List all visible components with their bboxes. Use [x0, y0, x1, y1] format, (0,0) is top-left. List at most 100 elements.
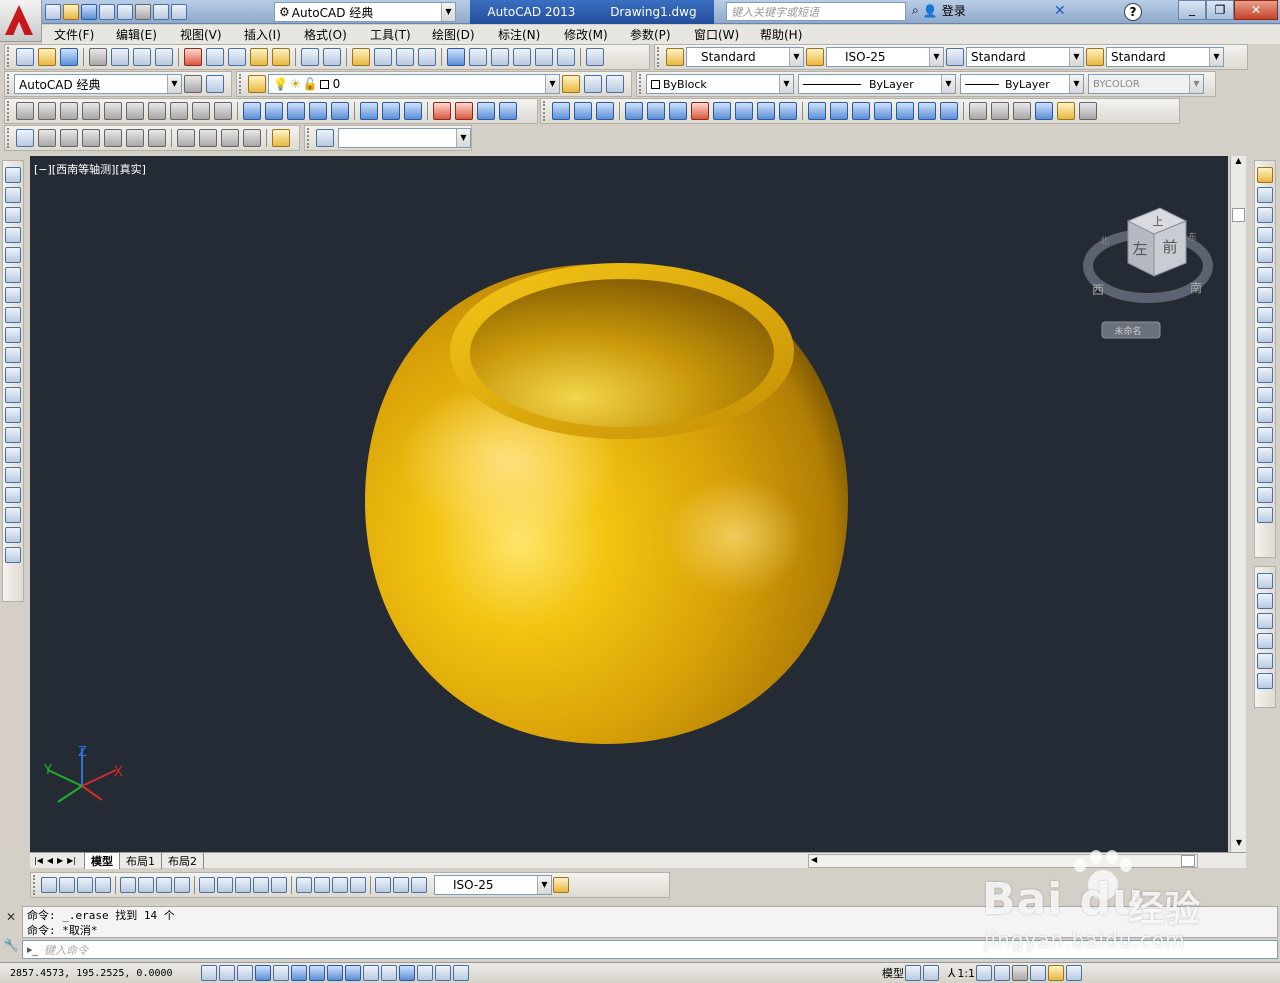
tolerance-icon[interactable] — [296, 877, 312, 893]
taper-faces-icon[interactable] — [735, 102, 753, 120]
menu-file[interactable]: 文件(F) — [54, 26, 116, 43]
paste-icon[interactable] — [228, 48, 246, 66]
union-edit-icon[interactable] — [552, 102, 570, 120]
cut-icon[interactable] — [184, 48, 202, 66]
rectangle-icon[interactable] — [5, 247, 21, 263]
tool-palettes-icon[interactable] — [491, 48, 509, 66]
3d-move-icon[interactable] — [433, 102, 451, 120]
dims-front-icon[interactable] — [1257, 673, 1273, 689]
menu-format[interactable]: 格式(O) — [304, 26, 370, 43]
view-select[interactable]: ▼ — [337, 128, 471, 148]
sweep-icon[interactable] — [287, 102, 305, 120]
array-icon[interactable] — [1257, 247, 1273, 263]
tab-layout2[interactable]: 布局2 — [162, 852, 205, 869]
hatch-icon[interactable] — [5, 447, 21, 463]
tab-nav-prev[interactable]: ◀ — [47, 856, 53, 865]
bring-above-icon[interactable] — [1257, 613, 1273, 629]
toolbar-grip[interactable] — [543, 101, 547, 121]
grid-icon[interactable] — [237, 965, 253, 981]
transparency-icon[interactable] — [399, 965, 415, 981]
open-icon[interactable] — [63, 4, 79, 20]
model-space-label[interactable]: 模型 — [882, 965, 904, 981]
quick-view-drawings-icon[interactable] — [923, 965, 939, 981]
isolate-objects-icon[interactable] — [1048, 965, 1065, 981]
exchange-icon[interactable]: ✕ — [1054, 3, 1066, 19]
block-editor-icon[interactable] — [272, 48, 290, 66]
zoom-window-icon[interactable] — [396, 48, 414, 66]
new-icon[interactable] — [45, 4, 61, 20]
quickcalc-icon[interactable] — [557, 48, 575, 66]
coordinates-readout[interactable]: 2857.4573, 195.2525, 0.0000 — [0, 968, 200, 979]
arc-icon[interactable] — [5, 267, 21, 283]
right-view-icon[interactable] — [104, 129, 122, 147]
pyramid-icon[interactable] — [170, 102, 188, 120]
mtext-icon[interactable] — [5, 527, 21, 543]
snap-icon[interactable] — [219, 965, 235, 981]
nw-iso-icon[interactable] — [243, 129, 261, 147]
menu-edit[interactable]: 编辑(E) — [116, 26, 180, 43]
save-icon[interactable] — [60, 48, 78, 66]
pan-icon[interactable] — [352, 48, 370, 66]
dim-edit-icon[interactable] — [375, 877, 391, 893]
lights-icon[interactable] — [1035, 102, 1053, 120]
annotation-scale-value[interactable]: 1:1 — [957, 967, 975, 980]
gradient-icon[interactable] — [5, 467, 21, 483]
polysolid-icon[interactable] — [16, 102, 34, 120]
workspace-switch-icon[interactable] — [1012, 965, 1029, 981]
make-current-icon[interactable] — [562, 75, 580, 93]
tab-nav-last[interactable]: ▶| — [67, 856, 76, 865]
zoom-previous-icon[interactable] — [418, 48, 436, 66]
layer-previous-icon[interactable] — [584, 75, 602, 93]
auto-scale-icon[interactable] — [994, 965, 1011, 981]
render-icon[interactable] — [969, 102, 987, 120]
erase-icon[interactable] — [1257, 167, 1273, 183]
polyline-icon[interactable] — [5, 207, 21, 223]
helix-icon[interactable] — [192, 102, 210, 120]
circle-icon[interactable] — [5, 287, 21, 303]
sw-iso-icon[interactable] — [177, 129, 195, 147]
app-menu-button[interactable] — [0, 0, 42, 42]
save-as-icon[interactable] — [99, 4, 115, 20]
dim-space-icon[interactable] — [253, 877, 269, 893]
union-icon[interactable] — [360, 102, 378, 120]
annotation-visibility-icon[interactable] — [976, 965, 993, 981]
toolbar-grip[interactable] — [7, 74, 11, 94]
zoom-icon[interactable] — [315, 129, 334, 147]
tab-nav-next[interactable]: ▶ — [57, 856, 63, 865]
send-to-back-icon[interactable] — [1257, 593, 1273, 609]
3d-print-icon[interactable] — [155, 48, 173, 66]
send-under-icon[interactable] — [1257, 633, 1273, 649]
toolbar-grip[interactable] — [7, 101, 11, 121]
linear-dim-icon[interactable] — [41, 877, 57, 893]
text-style-select[interactable]: Standard ▼ — [686, 47, 804, 67]
redo-icon[interactable] — [171, 4, 187, 20]
extend-icon[interactable] — [1257, 367, 1273, 383]
subtract-icon[interactable] — [382, 102, 400, 120]
command-close-icon[interactable]: ✕ — [2, 910, 20, 928]
toolbar-grip[interactable] — [7, 128, 11, 148]
toolbar-grip[interactable] — [7, 47, 11, 67]
open-icon[interactable] — [38, 48, 56, 66]
help-button[interactable]: ? — [1124, 3, 1142, 21]
layer-select[interactable]: 💡 ☀ 🔓 0 ▼ — [268, 74, 560, 94]
back-view-icon[interactable] — [148, 129, 166, 147]
planar-surface-icon[interactable] — [214, 102, 232, 120]
annotation-scale-icon[interactable]: ⅄ — [948, 966, 955, 980]
mleader-style-icon[interactable] — [1086, 48, 1104, 66]
scroll-up-arrow[interactable]: ▲ — [1231, 156, 1246, 170]
break-at-point-icon[interactable] — [1257, 387, 1273, 403]
menu-tools[interactable]: 工具(T) — [370, 26, 432, 43]
scroll-thumb[interactable] — [1232, 208, 1245, 222]
plotstyle-select[interactable]: BYCOLOR ▼ — [1088, 74, 1204, 94]
dim-style-icon[interactable] — [806, 48, 824, 66]
color-faces-icon[interactable] — [779, 102, 797, 120]
top-view-icon[interactable] — [38, 129, 56, 147]
dim-text-edit-icon[interactable] — [393, 877, 409, 893]
radius-icon[interactable] — [120, 877, 136, 893]
toolbar-grip[interactable] — [33, 875, 37, 895]
construction-line-icon[interactable] — [5, 187, 21, 203]
plot-dropdown-icon[interactable] — [117, 4, 133, 20]
move-faces-icon[interactable] — [647, 102, 665, 120]
imprint-icon[interactable] — [852, 102, 870, 120]
menu-modify[interactable]: 修改(M) — [564, 26, 630, 43]
